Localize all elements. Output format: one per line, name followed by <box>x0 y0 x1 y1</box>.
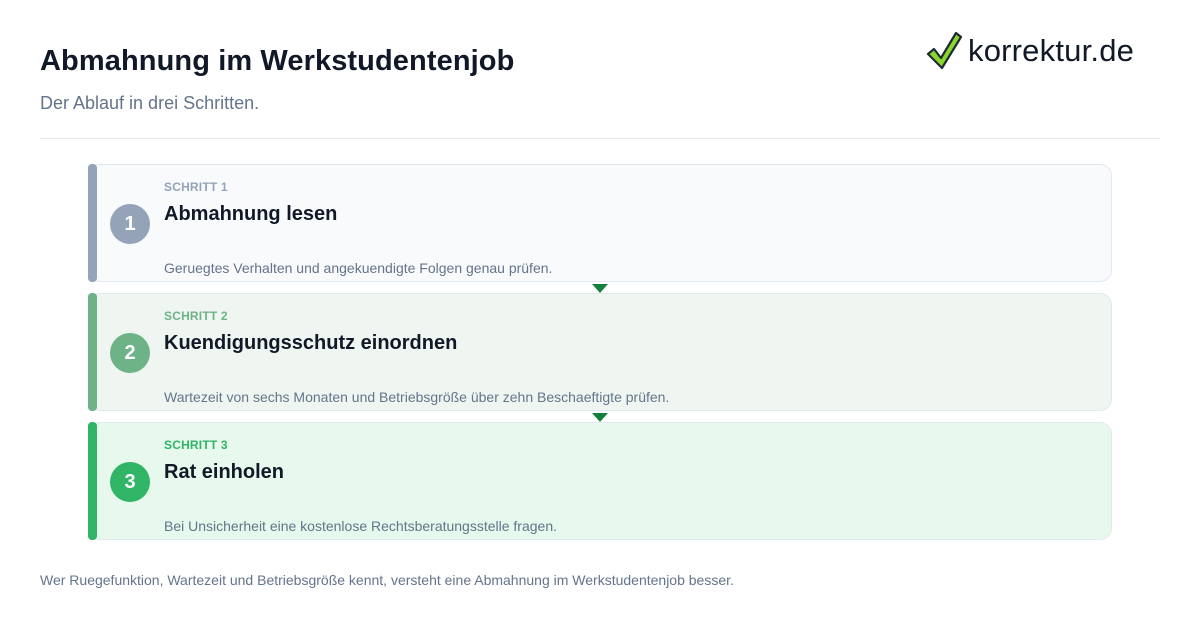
footer-note: Wer Ruegefunktion, Wartezeit und Betrieb… <box>40 572 734 588</box>
step-title: Rat einholen <box>164 461 285 483</box>
step-label: SCHRITT 3 <box>164 438 228 452</box>
down-arrow-icon <box>592 413 608 422</box>
page-title: Abmahnung im Werkstudentenjob <box>40 45 515 77</box>
step-description: Wartezeit von sechs Monaten und Betriebs… <box>164 389 670 405</box>
step-card-2: 2 SCHRITT 2 Kuendigungsschutz einordnen … <box>88 293 1112 411</box>
step-label: SCHRITT 1 <box>164 180 228 194</box>
page-subtitle: Der Ablauf in drei Schritten. <box>40 93 260 113</box>
step-number-badge: 1 <box>110 204 150 244</box>
logo-text: korrektur.de <box>968 33 1135 68</box>
step-accent-bar <box>88 293 97 411</box>
check-icon <box>926 31 962 70</box>
step-accent-bar <box>88 422 97 540</box>
header-divider <box>40 138 1160 139</box>
brand-logo[interactable]: korrektur.de <box>926 30 1134 72</box>
step-title: Kuendigungsschutz einordnen <box>164 332 458 354</box>
step-description: Geruegtes Verhalten und angekuendigte Fo… <box>164 260 553 276</box>
step-card-3: 3 SCHRITT 3 Rat einholen Bei Unsicherhei… <box>88 422 1112 540</box>
step-title: Abmahnung lesen <box>164 203 338 225</box>
step-card-1: 1 SCHRITT 1 Abmahnung lesen Geruegtes Ve… <box>88 164 1112 282</box>
step-description: Bei Unsicherheit eine kostenlose Rechtsb… <box>164 518 558 534</box>
down-arrow-icon <box>592 284 608 293</box>
step-accent-bar <box>88 164 97 282</box>
step-label: SCHRITT 2 <box>164 309 228 323</box>
step-number-badge: 3 <box>110 462 150 502</box>
step-number-badge: 2 <box>110 333 150 373</box>
